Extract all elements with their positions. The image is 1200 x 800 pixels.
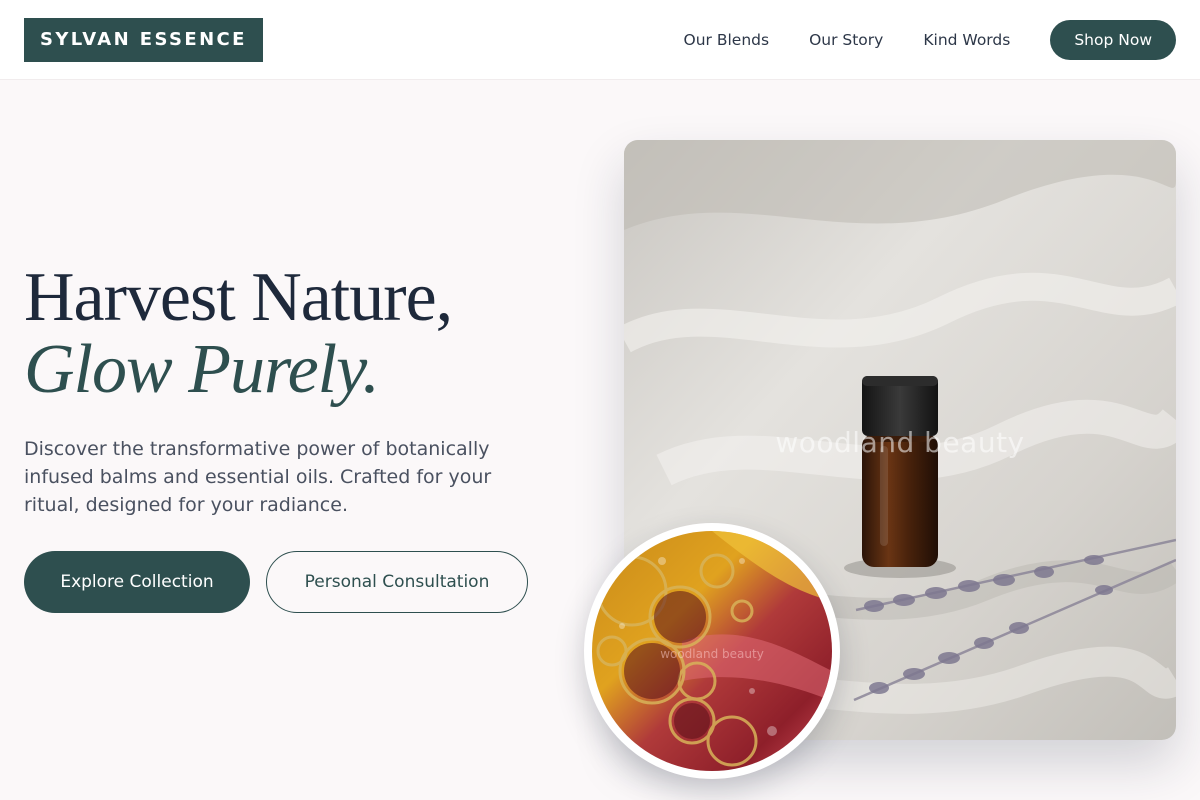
nav-link-kind-words[interactable]: Kind Words — [923, 31, 1010, 49]
oil-bubbles-photo: woodland beauty — [584, 523, 840, 779]
site-header: SYLVAN ESSENCE Our Blends Our Story Kind… — [0, 0, 1200, 80]
hero-subtitle: Discover the transformative power of bot… — [24, 438, 492, 516]
small-image-watermark: woodland beauty — [660, 647, 764, 661]
personal-consultation-button[interactable]: Personal Consultation — [266, 551, 528, 613]
brand-logo[interactable]: SYLVAN ESSENCE — [24, 17, 263, 62]
main-nav: Our Blends Our Story Kind Words Shop Now — [644, 19, 1176, 60]
hero-title-line1: Harvest Nature, — [24, 259, 453, 336]
explore-collection-button[interactable]: Explore Collection — [24, 551, 250, 613]
hero-title-line2: Glow Purely. — [24, 331, 380, 408]
nav-link-our-story[interactable]: Our Story — [809, 31, 883, 49]
shop-now-button[interactable]: Shop Now — [1050, 19, 1176, 60]
hero-title: Harvest Nature, Glow Purely. — [24, 259, 453, 408]
main-image-watermark: woodland beauty — [775, 426, 1025, 459]
nav-link-our-blends[interactable]: Our Blends — [684, 31, 770, 49]
